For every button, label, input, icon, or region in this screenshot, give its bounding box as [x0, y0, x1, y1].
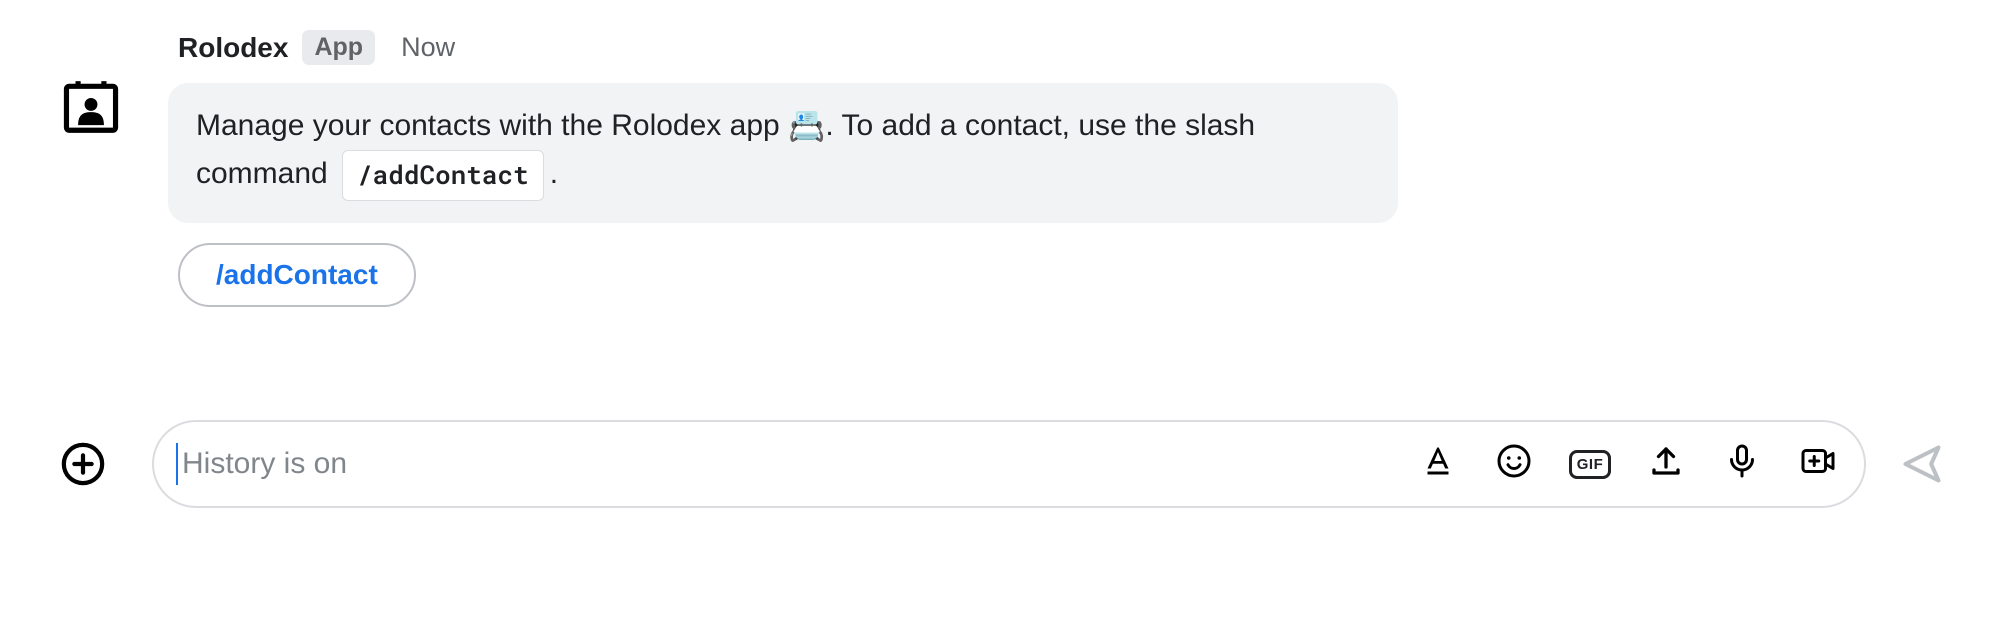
emoji-icon [1496, 443, 1532, 486]
input-placeholder: History is on [182, 447, 1420, 481]
message-bubble: Manage your contacts with the Rolodex ap… [168, 83, 1398, 223]
app-avatar [60, 76, 122, 138]
upload-button[interactable] [1648, 446, 1684, 482]
video-plus-icon [1800, 443, 1836, 486]
send-icon [1900, 461, 1944, 492]
mic-button[interactable] [1724, 446, 1760, 482]
app-badge: App [302, 30, 375, 65]
chat-message-row: Rolodex App Now Manage your contacts wit… [0, 30, 2004, 307]
upload-icon [1648, 443, 1684, 486]
plus-circle-icon [60, 462, 106, 493]
message-header: Rolodex App Now [168, 30, 1884, 65]
text-format-icon [1420, 443, 1456, 486]
contact-card-icon [60, 113, 122, 144]
video-meeting-button[interactable] [1800, 446, 1836, 482]
emoji-button[interactable] [1496, 446, 1532, 482]
message-timestamp: Now [401, 32, 455, 63]
author-name: Rolodex [178, 32, 288, 64]
card-index-emoji: 📇 [788, 104, 825, 151]
text-format-button[interactable] [1420, 446, 1456, 482]
add-attachment-button[interactable] [60, 441, 106, 487]
composer-row: History is on [60, 420, 1944, 508]
add-contact-chip[interactable]: /addContact [178, 243, 416, 307]
mic-icon [1724, 443, 1760, 486]
send-button[interactable] [1900, 442, 1944, 486]
message-text-3: . [550, 157, 558, 190]
composer-toolbar: GIF [1420, 446, 1836, 482]
message-input[interactable]: History is on [152, 420, 1866, 508]
text-caret [176, 443, 178, 485]
message-text-1: Manage your contacts with the Rolodex ap… [196, 109, 788, 142]
gif-button[interactable]: GIF [1572, 446, 1608, 482]
gif-icon: GIF [1569, 450, 1612, 479]
slash-command-code: /addContact [342, 150, 544, 200]
